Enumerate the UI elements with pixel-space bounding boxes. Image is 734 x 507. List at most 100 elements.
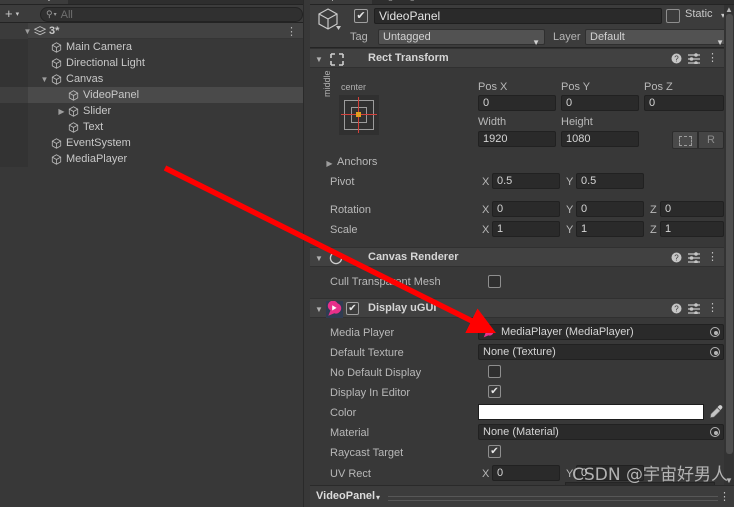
status-selected-object[interactable]: VideoPanel: [316, 490, 375, 502]
tag-dropdown[interactable]: Untagged ▼: [378, 29, 545, 47]
layer-value: Default: [590, 31, 625, 43]
add-gameobject-button[interactable]: + ▾: [3, 7, 29, 22]
display-ugui-twisty[interactable]: ▼: [315, 305, 324, 314]
display-ugui-header[interactable]: ▼ ✔ Display uGUI ? ⋮: [310, 298, 724, 318]
hierarchy-item-3[interactable]: ▼ 3* ⋮: [0, 23, 303, 39]
watermark: CSDN @宇宙好男人: [572, 465, 728, 485]
hierarchy-twisty[interactable]: ▶: [57, 107, 66, 116]
rect-transform-header[interactable]: ▼ Rect Transform ? ⋮: [310, 48, 724, 68]
hierarchy-item-directional-light[interactable]: Directional Light: [0, 55, 303, 71]
chevron-down-icon: ▾: [15, 10, 20, 18]
chevron-down-icon[interactable]: ▾: [376, 493, 380, 502]
scene-icon: [34, 26, 46, 37]
hierarchy-item-videopanel[interactable]: VideoPanel: [0, 87, 303, 103]
scale-x-input[interactable]: 1: [492, 221, 560, 237]
status-menu-kebab[interactable]: ⋮: [719, 490, 730, 503]
hierarchy-item-mediaplayer[interactable]: MediaPlayer: [0, 151, 303, 167]
scale-y-axis-label: Y: [566, 224, 574, 236]
hierarchy-panel: Hierarchy +▾ ⚲ ▾ All ▼3*⋮Main CameraDire…: [0, 0, 310, 507]
help-icon[interactable]: ?: [671, 252, 682, 263]
help-icon[interactable]: ?: [671, 303, 682, 314]
status-divider: [388, 496, 718, 497]
scrollbar-thumb[interactable]: [726, 14, 733, 454]
pos-y-label: Pos Y: [561, 81, 591, 93]
scroll-up-icon[interactable]: ▲: [725, 5, 733, 14]
eyedropper-icon[interactable]: [708, 404, 724, 420]
tag-value: Untagged: [383, 31, 431, 43]
inspector-scrollbar[interactable]: ▲ ▼: [724, 5, 734, 485]
gameobject-icon: [68, 106, 79, 117]
hierarchy-item-eventsystem[interactable]: EventSystem: [0, 135, 303, 151]
gameobject-icon: [51, 138, 62, 149]
rotation-y-input[interactable]: 0: [576, 201, 644, 217]
cull-transparent-mesh-label: Cull Transparent Mesh: [330, 276, 441, 288]
pos-x-label: Pos X: [478, 81, 508, 93]
anchors-label: Anchors: [337, 156, 378, 168]
static-checkbox[interactable]: [666, 9, 680, 23]
hierarchy-row-gutter: [0, 151, 28, 167]
default-texture-label: Default Texture: [330, 347, 404, 359]
no-default-display-label: No Default Display: [330, 367, 422, 379]
hierarchy-item-main-camera[interactable]: Main Camera: [0, 39, 303, 55]
material-value: None (Material): [483, 426, 559, 438]
hierarchy-item-text[interactable]: Text: [0, 119, 303, 135]
raw-edit-mode-button[interactable]: R: [698, 131, 724, 149]
object-picker-icon[interactable]: [710, 327, 720, 337]
gameobject-name-input[interactable]: VideoPanel: [374, 8, 662, 24]
search-placeholder: All: [60, 8, 73, 21]
default-texture-objectfield[interactable]: None (Texture): [478, 344, 724, 360]
blueprint-mode-button[interactable]: [672, 131, 698, 149]
hierarchy-row-gutter: [0, 135, 28, 151]
height-input[interactable]: 1080: [561, 131, 639, 147]
uv-rect-label: UV Rect: [330, 468, 371, 480]
anchors-twisty[interactable]: ▶: [325, 159, 334, 168]
hierarchy-item-canvas[interactable]: ▼ Canvas: [0, 71, 303, 87]
rotation-z-input[interactable]: 0: [660, 201, 724, 217]
help-icon[interactable]: ?: [671, 53, 682, 64]
pivot-y-input[interactable]: 0.5: [576, 173, 644, 189]
cull-transparent-mesh-checkbox[interactable]: [488, 275, 501, 288]
canvas-renderer-twisty[interactable]: ▼: [315, 254, 324, 263]
rect-transform-twisty[interactable]: ▼: [315, 55, 324, 64]
preset-icon[interactable]: [688, 252, 700, 263]
anchor-preset-button[interactable]: [339, 95, 379, 135]
rotation-x-input[interactable]: 0: [492, 201, 560, 217]
canvas-renderer-header[interactable]: ▼ Canvas Renderer ? ⋮: [310, 247, 724, 267]
material-objectfield[interactable]: None (Material): [478, 424, 724, 440]
rect-transform-menu-kebab[interactable]: ⋮: [707, 51, 718, 64]
hierarchy-twisty[interactable]: ▼: [40, 75, 49, 84]
gameobject-enabled-checkbox[interactable]: ✔: [354, 9, 368, 23]
scale-z-input[interactable]: 1: [660, 221, 724, 237]
object-picker-icon[interactable]: [710, 427, 720, 437]
pos-z-input[interactable]: 0: [644, 95, 724, 111]
pivot-x-input[interactable]: 0.5: [492, 173, 560, 189]
rect-transform-icon: [330, 53, 344, 66]
width-input[interactable]: 1920: [478, 131, 556, 147]
rotation-label: Rotation: [330, 204, 371, 216]
layer-dropdown[interactable]: Default ▼: [585, 29, 729, 47]
hierarchy-item-slider[interactable]: ▶ Slider: [0, 103, 303, 119]
uv-rect-x-input[interactable]: 0: [492, 465, 560, 481]
hierarchy-row-gutter: [0, 103, 28, 119]
canvas-renderer-menu-kebab[interactable]: ⋮: [707, 250, 718, 263]
object-picker-icon[interactable]: [710, 347, 720, 357]
scale-x-axis-label: X: [482, 224, 490, 236]
gameobject-icon: [68, 90, 79, 101]
hierarchy-twisty[interactable]: ▼: [23, 27, 32, 36]
color-swatch[interactable]: [478, 404, 704, 420]
preset-icon[interactable]: [688, 53, 700, 64]
pos-x-input[interactable]: 0: [478, 95, 556, 111]
display-ugui-enabled-checkbox[interactable]: ✔: [346, 302, 359, 315]
no-default-display-checkbox[interactable]: [488, 365, 501, 378]
display-ugui-menu-kebab[interactable]: ⋮: [707, 301, 718, 314]
display-in-editor-checkbox[interactable]: ✔: [488, 385, 501, 398]
scene-menu-kebab[interactable]: ⋮: [286, 24, 297, 40]
media-player-objectfield[interactable]: MediaPlayer (MediaPlayer): [478, 324, 724, 340]
search-input[interactable]: ⚲ ▾ All: [40, 7, 303, 22]
pivot-x-axis-label: X: [482, 176, 490, 188]
scale-y-input[interactable]: 1: [576, 221, 644, 237]
canvas-renderer-icon: [329, 251, 343, 265]
pos-y-input[interactable]: 0: [561, 95, 639, 111]
preset-icon[interactable]: [688, 303, 700, 314]
raycast-target-checkbox[interactable]: ✔: [488, 445, 501, 458]
